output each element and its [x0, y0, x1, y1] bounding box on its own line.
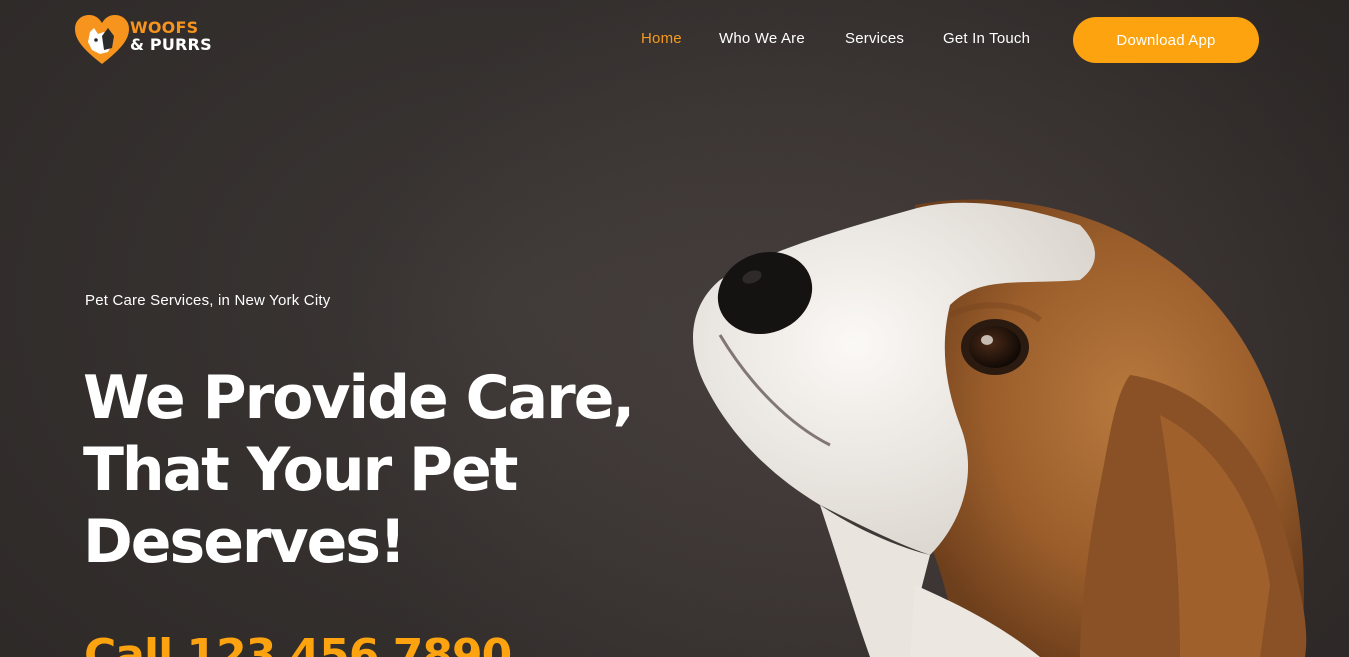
nav-get-in-touch[interactable]: Get In Touch: [943, 30, 1030, 47]
headline-line-1: We Provide Care,: [83, 363, 635, 433]
nav-who-we-are[interactable]: Who We Are: [719, 30, 805, 47]
call-phone-link[interactable]: Call 123 456 7890: [84, 630, 512, 657]
download-app-button[interactable]: Download App: [1073, 17, 1259, 63]
site-header: WOOFS & PURRS Home Who We Are Services G…: [0, 0, 1349, 80]
brand-wordmark: WOOFS & PURRS: [130, 20, 212, 53]
headline-line-3: Deserves!: [83, 507, 406, 577]
beagle-puppy-image: [693, 199, 1307, 657]
headline-line-2: That Your Pet: [83, 435, 518, 505]
brand-line2: & PURRS: [130, 35, 212, 54]
nav-home[interactable]: Home: [641, 30, 682, 47]
hero-section: WOOFS & PURRS Home Who We Are Services G…: [0, 0, 1349, 657]
brand-line1: WOOFS: [130, 18, 199, 37]
heart-pet-logo-icon: [75, 15, 129, 64]
brand-logo[interactable]: WOOFS & PURRS: [74, 14, 219, 66]
hero-eyebrow: Pet Care Services, in New York City: [85, 292, 331, 309]
nav-services[interactable]: Services: [845, 30, 904, 47]
hero-headline: We Provide Care, That Your Pet Deserves!: [83, 362, 683, 578]
